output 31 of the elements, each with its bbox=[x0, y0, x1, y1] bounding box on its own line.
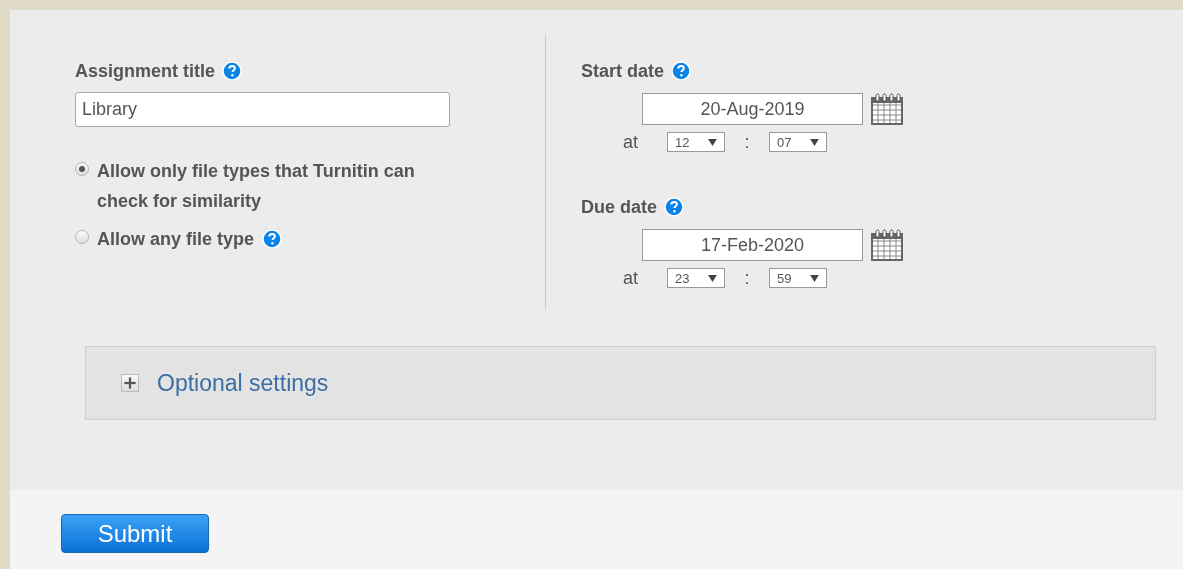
field-label: Assignment title bbox=[75, 60, 216, 82]
time-separator: : bbox=[743, 131, 751, 153]
optional-settings-toggle[interactable]: Optional settings bbox=[121, 369, 329, 397]
time-select[interactable]: 59 bbox=[769, 268, 827, 288]
plus-icon[interactable] bbox=[121, 374, 139, 392]
time-select[interactable]: 12 bbox=[667, 132, 725, 152]
help-icon[interactable] bbox=[664, 197, 685, 217]
radio-button[interactable] bbox=[75, 162, 89, 176]
calendar-icon[interactable] bbox=[871, 229, 903, 261]
caret-icon bbox=[810, 274, 819, 282]
help-icon[interactable] bbox=[222, 61, 243, 81]
at-label: at bbox=[623, 267, 639, 289]
radio-label: Allow only file types that Turnitin can check for similarity bbox=[97, 160, 416, 213]
help-icon[interactable] bbox=[671, 61, 692, 81]
date-field[interactable]: 20-Aug-2019 bbox=[642, 93, 863, 125]
time-select[interactable]: 07 bbox=[769, 132, 827, 152]
at-label: at bbox=[623, 131, 639, 153]
field-label: Start date bbox=[581, 60, 665, 82]
calendar-icon[interactable] bbox=[871, 93, 903, 125]
field-label: Due date bbox=[581, 196, 658, 218]
date-field[interactable]: 17-Feb-2020 bbox=[642, 229, 863, 261]
time-separator: : bbox=[743, 267, 751, 289]
radio-label: Allow any file type bbox=[97, 228, 255, 251]
caret-icon bbox=[708, 138, 717, 146]
radio-button[interactable] bbox=[75, 230, 89, 244]
help-icon[interactable] bbox=[262, 229, 283, 249]
time-select[interactable]: 23 bbox=[667, 268, 725, 288]
caret-icon bbox=[810, 138, 819, 146]
caret-icon bbox=[708, 274, 717, 282]
submit-button[interactable]: Submit bbox=[61, 514, 209, 553]
title-input-field[interactable]: Library bbox=[75, 92, 450, 127]
